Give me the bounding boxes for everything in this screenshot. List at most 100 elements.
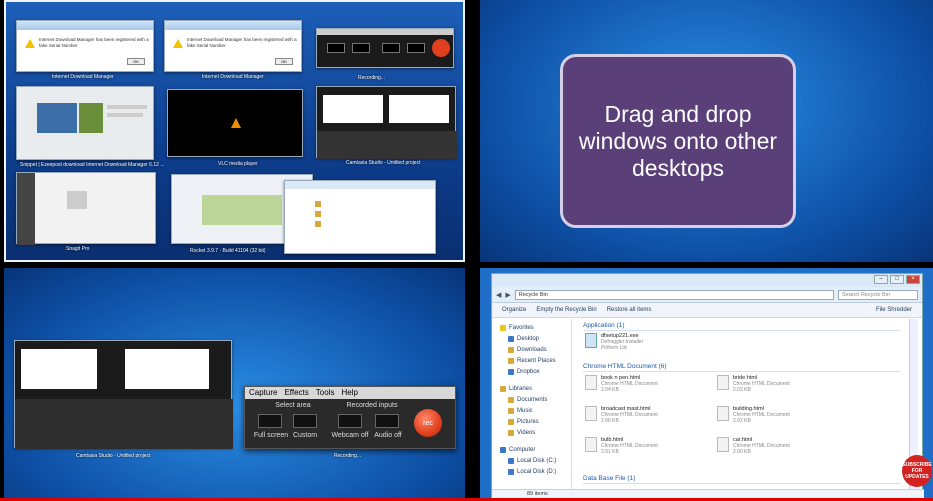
file-item[interactable]: building.html Chrome HTML Document 2.02 KB [717,406,790,424]
webcam-icon[interactable] [338,414,362,428]
folder-icon [508,418,514,425]
group-header-database[interactable]: Data Base File (1) [583,474,901,484]
desktop-1-overview[interactable]: Internet Download Manager has been regis… [4,0,465,262]
file-item[interactable]: broadcast mast.html Chrome HTML Document 2… [585,406,658,424]
html-file-icon [585,437,597,452]
close-button[interactable]: × [906,275,920,284]
maximize-button[interactable]: □ [890,275,904,284]
desktop-2[interactable]: Drag and drop windows onto other desktop… [480,0,933,262]
window-caption: Snippet | Ezeepost download Internet Dow… [20,162,165,168]
window-caption: Camtasia Studio - Untitled project [346,160,421,166]
address-input[interactable]: Recycle Bin [514,289,834,300]
menu-capture[interactable]: Capture [249,388,277,398]
desktop-4[interactable]: – □ × ◀ ▶ Recycle Bin Search Recycle Bin… [480,268,933,498]
window-thumb-idm-2[interactable]: Internet Download Manager has been regis… [164,20,302,72]
explorer-toolbar: Organize Empty the Recycle Bin Restore a… [492,303,922,318]
dialog-titlebar [165,21,301,30]
audio-label: Audio off [374,432,402,439]
webcam-label: Webcam off [331,432,369,439]
window-thumb-explorer[interactable] [284,180,436,254]
window-caption: Internet Download Manager [202,74,264,80]
window-thumb-browser[interactable] [16,86,154,160]
desktop-3[interactable]: Camtasia Studio - Untitled project Captu… [4,268,465,498]
dialog-text: Internet Download Manager has been regis… [39,37,149,48]
callout-box: Drag and drop windows onto other desktop… [560,54,796,228]
file-shredder-button[interactable]: File Shredder [876,307,912,313]
window-thumb-camtasia[interactable] [316,86,457,159]
minimize-button[interactable]: – [874,275,888,284]
star-icon [500,324,506,331]
file-item[interactable]: bulb.html Chrome HTML Document 2.01 KB [585,437,658,455]
recorder-menu: Capture Effects Tools Help [245,387,455,399]
menu-effects[interactable]: Effects [284,388,308,398]
ok-button[interactable]: OK [275,58,293,65]
camtasia-recorder-toolbar[interactable]: Capture Effects Tools Help Select area R… [244,386,456,449]
window-thumb-snagit[interactable] [16,172,156,245]
dialog-titlebar [17,21,153,30]
folder-icon [508,407,514,414]
drive-icon [508,468,514,475]
nav-local-disk-d[interactable]: Local Disk (D:) [492,466,571,477]
window-thumb-recorder[interactable] [316,28,454,68]
nav-favorites[interactable]: Favorites [492,322,571,333]
folder-icon [508,346,514,353]
file-item[interactable]: car.html Chrome HTML Document 2.00 KB [717,437,790,455]
empty-recycle-bin-button[interactable]: Empty the Recycle Bin [536,307,596,313]
html-file-icon [717,375,729,390]
ok-button[interactable]: OK [127,58,145,65]
search-input[interactable]: Search Recycle Bin [838,289,918,300]
folder-icon [508,357,514,364]
window-caption: Snagit Pro [66,246,90,252]
window-caption: Recording... [334,453,361,459]
full-screen-icon[interactable] [258,414,282,428]
subscribe-badge[interactable]: SUBSCRIBE FOR UPDATES [902,455,932,487]
camtasia-studio-window[interactable] [14,340,233,449]
file-item[interactable]: dfsetup221.exe Defraggler Installer Piri… [585,333,643,351]
full-screen-label: Full screen [253,432,289,439]
html-file-icon [717,437,729,452]
library-icon [500,385,506,392]
menu-help[interactable]: Help [341,388,357,398]
recorded-inputs-label: Recorded inputs [346,402,398,409]
folder-icon [508,396,514,403]
audio-icon[interactable] [375,414,399,428]
window-thumb-vlc[interactable] [167,89,303,157]
forward-icon[interactable]: ▶ [505,291,510,299]
restore-all-button[interactable]: Restore all items [607,307,652,313]
explorer-window[interactable]: – □ × ◀ ▶ Recycle Bin Search Recycle Bin… [491,273,924,498]
window-thumb-idm-1[interactable]: Internet Download Manager has been regis… [16,20,154,72]
nav-downloads[interactable]: Downloads [492,344,571,355]
nav-libraries[interactable]: Libraries [492,383,571,394]
folder-icon [508,429,514,436]
address-bar: ◀ ▶ Recycle Bin Search Recycle Bin [492,287,922,303]
menu-tools[interactable]: Tools [316,388,335,398]
warning-icon [173,39,183,48]
window-caption: VLC media player [218,161,258,167]
nav-local-disk-c[interactable]: Local Disk (C:) [492,455,571,466]
window-caption: Rocket 3.9.7 · Build 41104 (32 bit) [190,248,266,254]
file-item[interactable]: bride.html Chrome HTML Document 2.03 KB [717,375,790,393]
nav-music[interactable]: Music [492,405,571,416]
group-header-application[interactable]: Application (1) [583,321,901,331]
html-file-icon [717,406,729,421]
desktop-icon [508,335,514,342]
window-caption: Recording... [358,75,385,81]
group-header-chrome-html[interactable]: Chrome HTML Document (6) [583,362,901,372]
custom-area-icon[interactable] [293,414,317,428]
dialog-text: Internet Download Manager has been regis… [187,37,297,48]
nav-desktop[interactable]: Desktop [492,333,571,344]
nav-pictures[interactable]: Pictures [492,416,571,427]
nav-computer[interactable]: Computer [492,444,571,455]
nav-dropbox[interactable]: Dropbox [492,366,571,377]
status-bar: 89 items [492,489,924,498]
organize-button[interactable]: Organize [502,307,526,313]
drive-icon [508,457,514,464]
warning-icon [25,39,35,48]
nav-recent-places[interactable]: Recent Places [492,355,571,366]
nav-documents[interactable]: Documents [492,394,571,405]
rec-button[interactable]: rec [414,409,442,437]
file-item[interactable]: book n pen.html Chrome HTML Document 2.04 … [585,375,658,393]
back-icon[interactable]: ◀ [496,291,501,299]
nav-videos[interactable]: Videos [492,427,571,438]
html-file-icon [585,406,597,421]
